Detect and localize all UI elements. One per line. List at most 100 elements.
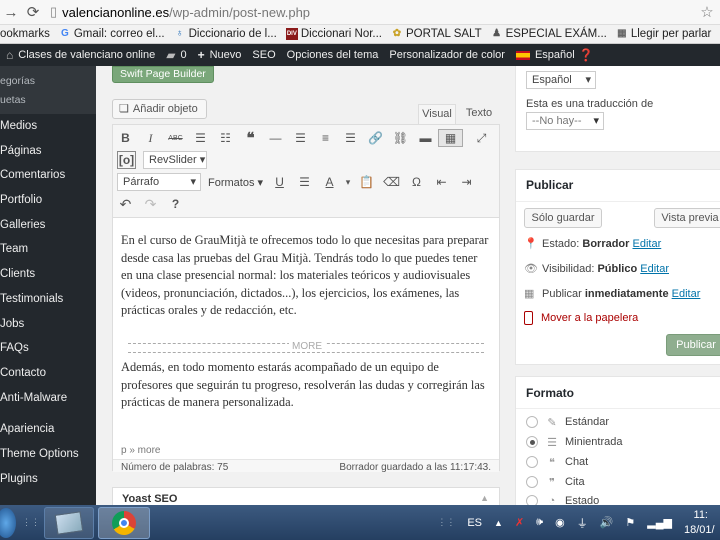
color-customizer-link[interactable]: Personalizador de color [389,49,505,61]
swift-page-builder-button[interactable]: Swift Page Builder [112,66,214,83]
radio-button[interactable] [526,456,538,468]
toolbar-toggle-icon[interactable]: ▦ [438,129,463,147]
volume-icon[interactable]: 🔊 [600,516,614,529]
preview-button[interactable]: Vista previa [654,208,720,228]
revslider-select[interactable]: RevSlider ▾ [143,151,207,169]
horizontal-rule-icon[interactable]: — [263,131,288,145]
sidebar-subitem-tags[interactable]: uetas [0,91,96,110]
sidebar-item-faqs[interactable]: FAQs [0,336,96,361]
justify-icon[interactable]: ☰ [292,175,317,189]
notes-app-button[interactable] [44,506,94,539]
sidebar-item-team[interactable]: Team [0,237,96,262]
more-tag[interactable]: MORE [128,341,484,353]
flag-icon[interactable]: ⚑ [625,516,635,529]
bookmark-item[interactable]: G Gmail: correo el... [59,28,165,40]
sidebar-item-media[interactable]: Medios [0,114,96,139]
radio-button-selected[interactable] [526,436,538,448]
editor-content[interactable]: En el curso de GrauMitjà te ofrecemos to… [121,232,491,412]
sidebar-item-contact[interactable]: Contacto [0,361,96,386]
sidebar-item-plugins[interactable]: Plugins [0,467,96,492]
chevron-up-icon[interactable]: ▲ [480,493,489,503]
forward-icon[interactable]: → [0,4,22,21]
strikethrough-icon[interactable]: ABC [163,135,188,142]
help-icon[interactable]: ? [163,197,188,211]
indent-icon[interactable]: ⇥ [454,175,479,189]
language-link[interactable]: Español ❓ [515,48,599,62]
bullet-list-icon[interactable]: ☰ [188,131,213,145]
tab-text[interactable]: Texto [460,104,498,124]
clock[interactable]: 11: 18/01/ [684,508,720,538]
reload-icon[interactable]: ⟳ [22,3,44,21]
sidebar-item-appearance[interactable]: Apariencia [0,417,96,442]
bookmark-item[interactable]: ✿ PORTAL SALT [391,28,482,40]
bookmark-item[interactable]: ♟ ESPECIAL EXÁM... [491,28,607,40]
numbered-list-icon[interactable]: ☷ [213,131,238,145]
undo-icon[interactable]: ↶ [113,196,138,213]
outdent-icon[interactable]: ⇤ [429,175,454,189]
publish-button[interactable]: Publicar [666,334,720,356]
usb-icon[interactable]: ⏚ [577,515,588,531]
bold-icon[interactable]: B [113,131,138,145]
bookmark-star-icon[interactable]: ☆ [694,3,720,21]
radio-button[interactable] [526,416,538,428]
redo-icon[interactable]: ↷ [138,196,163,213]
start-button[interactable] [0,507,16,538]
sidebar-item-theme-options[interactable]: Theme Options [0,442,96,467]
language-indicator[interactable]: ES [467,517,482,529]
blockquote-icon[interactable]: ❝ [238,129,263,147]
network-icon[interactable]: ◉ [555,516,565,529]
align-left-icon[interactable]: ☰ [288,131,313,145]
chrome-app-button[interactable] [98,506,150,539]
audio-icon[interactable]: 🕪 [536,516,543,529]
align-right-icon[interactable]: ☰ [338,131,363,145]
chevron-down-icon[interactable]: ▾ [342,177,354,188]
sidebar-item-jobs[interactable]: Jobs [0,312,96,337]
link-icon[interactable]: 🔗 [363,131,388,145]
format-option-aside[interactable]: ☰ Minientrada [526,433,622,451]
text-color-icon[interactable]: A [317,175,342,189]
bookmark-item[interactable]: ♁ Diccionario de l... [174,28,277,40]
radio-button[interactable] [526,476,538,488]
special-character-icon[interactable]: Ω [404,175,429,189]
bookmark-item[interactable]: ookmarks [0,28,50,40]
radio-button[interactable] [526,495,538,505]
format-option-chat[interactable]: ❝ Chat [526,453,588,471]
save-draft-button[interactable]: Sólo guardar [524,208,602,228]
clear-formatting-icon[interactable]: ⌫ [379,175,404,189]
sidebar-subitem-categories[interactable]: egorías [0,72,96,91]
sidebar-item-galleries[interactable]: Galleries [0,213,96,238]
unlink-icon[interactable]: ⛓ [388,131,413,145]
site-link[interactable]: ⌂ Clases de valenciano online [6,48,155,62]
address-bar[interactable]: ▯ valencianonline.es/wp-admin/post-new.p… [50,3,694,22]
sidebar-item-testimonials[interactable]: Testimonials [0,287,96,312]
paragraph-format-select[interactable]: Párrafo ▾ [117,173,201,191]
fullscreen-icon[interactable]: ⤢ [469,131,494,146]
sidebar-item-pages[interactable]: Páginas [0,139,96,164]
formats-dropdown[interactable]: Formatos ▾ [208,176,263,189]
sidebar-item-clients[interactable]: Clients [0,262,96,287]
edit-visibility-link[interactable]: Editar [640,263,669,275]
tab-visual[interactable]: Visual [418,104,456,124]
seo-link[interactable]: SEO [252,49,275,61]
bookmark-item[interactable]: DIV Diccionari Nor... [285,28,382,40]
format-option-quote[interactable]: ❞ Cita [526,473,585,491]
edit-schedule-link[interactable]: Editar [672,288,701,300]
format-option-status[interactable]: ◔ Estado [526,492,599,505]
move-to-trash-link[interactable]: Mover a la papelera [524,311,638,325]
show-hidden-icons[interactable]: ▲ [494,518,503,528]
new-link[interactable]: + Nuevo [198,48,242,62]
bookmark-item[interactable]: ▦ Llegir per parlar [616,28,711,40]
paste-text-icon[interactable]: 📋 [354,175,379,189]
format-option-standard[interactable]: ✎ Estándar [526,413,609,431]
signal-icon[interactable]: ▂▄▆ [647,516,672,529]
add-media-button[interactable]: ❏ Añadir objeto [112,99,207,119]
language-select[interactable]: Español ▾ [526,71,596,89]
italic-icon[interactable]: I [138,131,163,146]
revslider-icon[interactable]: [o] [117,151,136,169]
sidebar-item-portfolio[interactable]: Portfolio [0,188,96,213]
sidebar-item-comments[interactable]: Comentarios [0,163,96,188]
read-more-icon[interactable]: ▬ [413,131,438,145]
translation-select[interactable]: --No hay-- ▾ [526,112,604,130]
align-center-icon[interactable]: ≡ [313,131,338,145]
theme-options-link[interactable]: Opciones del tema [287,49,379,61]
